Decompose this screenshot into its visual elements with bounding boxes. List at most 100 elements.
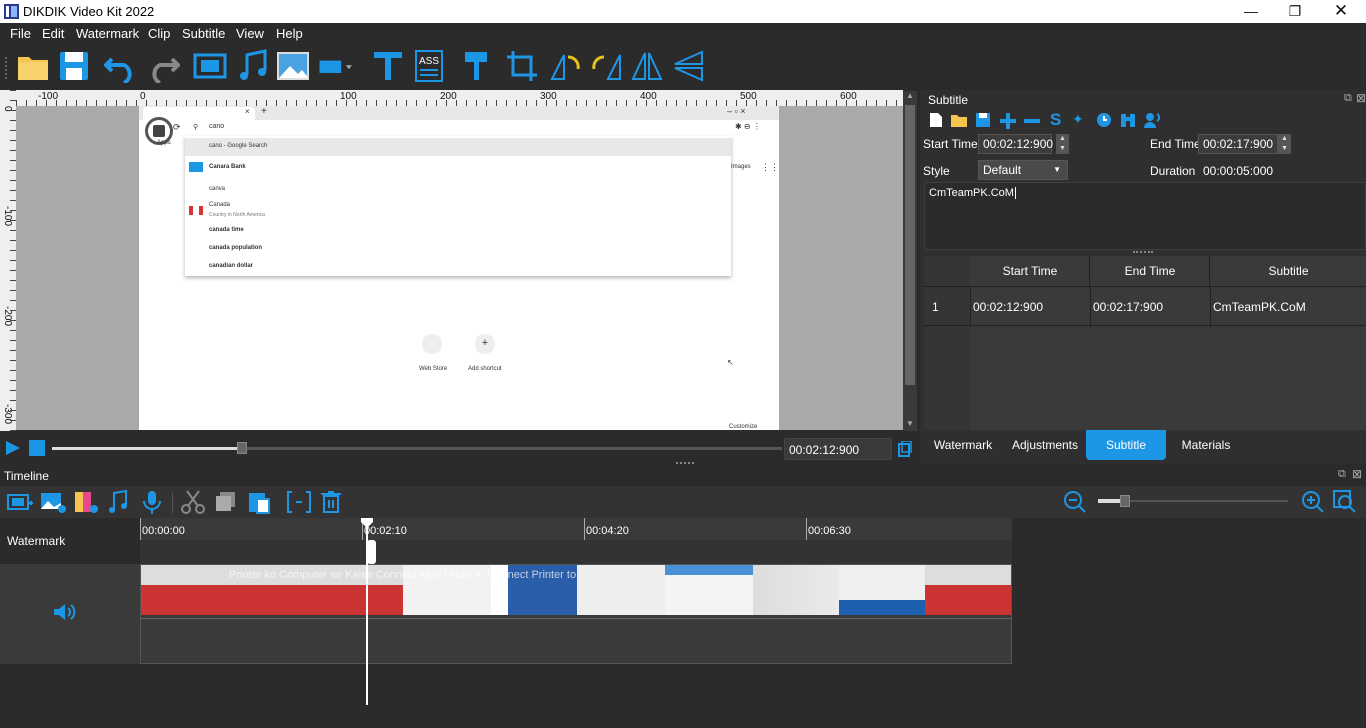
add-shape-icon[interactable] — [318, 49, 352, 83]
splitter-handle[interactable] — [1133, 251, 1153, 254]
timeline-close-icon[interactable]: ⊠ — [1352, 467, 1362, 481]
menu-subtitle[interactable]: Subtitle — [182, 26, 225, 41]
suggestion-subtext: Country in North America — [209, 212, 265, 218]
maximize-button[interactable]: ❐ — [1272, 0, 1318, 23]
table-row[interactable]: 1 00:02:12:900 00:02:17:900 CmTeamPK.CoM — [924, 286, 1366, 327]
timeline-title: Timeline — [4, 469, 49, 483]
paint-format-icon[interactable] — [459, 49, 493, 83]
flip-vertical-icon[interactable] — [672, 49, 706, 83]
add-video-icon[interactable] — [193, 49, 227, 83]
rotate-right-icon[interactable] — [590, 49, 624, 83]
flip-horizontal-icon[interactable] — [630, 49, 664, 83]
add-image-icon[interactable] — [276, 49, 310, 83]
menu-clip[interactable]: Clip — [148, 26, 170, 41]
canada-flag-icon — [189, 206, 203, 215]
speaker-person-icon[interactable] — [1144, 112, 1160, 128]
zoom-handle[interactable] — [1119, 495, 1130, 507]
seek-handle[interactable] — [236, 442, 247, 454]
add-audio-track-icon[interactable] — [106, 489, 132, 515]
volume-icon[interactable] — [52, 602, 76, 622]
header-start-time[interactable]: Start Time — [971, 256, 1090, 286]
snapshot-icon[interactable] — [898, 441, 912, 457]
rotate-left-icon[interactable] — [548, 49, 582, 83]
panel-float-icon[interactable]: ⧉ — [1344, 92, 1352, 105]
paste-icon[interactable] — [246, 489, 272, 515]
end-time-input[interactable]: 00:02:17:900 — [1198, 134, 1278, 154]
effects-icon[interactable]: ✦ — [1072, 111, 1084, 128]
add-image-track-icon[interactable] — [40, 489, 66, 515]
track-divider — [141, 618, 1011, 619]
subtitle-text-editor[interactable]: CmTeamPK.CoM — [924, 182, 1366, 250]
split-icon[interactable] — [286, 489, 312, 515]
save-icon[interactable] — [57, 49, 91, 83]
open-folder-icon[interactable] — [951, 113, 967, 127]
header-subtitle[interactable]: Subtitle — [1211, 256, 1366, 286]
stop-icon[interactable] — [29, 440, 45, 456]
watermark-track-header: Watermark — [0, 518, 140, 564]
add-music-icon[interactable] — [236, 49, 270, 83]
mouse-cursor-icon: ↖ — [727, 358, 734, 367]
subtitle-clip[interactable] — [367, 540, 376, 564]
new-file-icon[interactable] — [929, 112, 943, 128]
video-preview[interactable]: × + – ▫ × ⟳ ⚲ cano ✱ ⊖ ⋮ Apps Images ⋮⋮ … — [16, 106, 903, 430]
add-video-track-icon[interactable] — [7, 489, 33, 515]
style-s-icon[interactable]: S — [1050, 110, 1061, 130]
row-end: 00:02:17:900 — [1093, 300, 1164, 314]
scroll-down-icon[interactable]: ▼ — [906, 419, 914, 428]
menu-watermark[interactable]: Watermark — [76, 26, 139, 41]
customize-link: Customize — [729, 424, 758, 430]
playhead[interactable] — [366, 518, 368, 705]
add-text-icon[interactable] — [371, 49, 405, 83]
watermark-track[interactable] — [140, 540, 1012, 564]
time-ruler[interactable]: 00:00:00 00:02:10 00:04:20 00:06:30 — [140, 518, 1012, 540]
row-subtitle: CmTeamPK.CoM — [1213, 300, 1306, 314]
video-thumbnail — [839, 565, 925, 615]
header-end-time[interactable]: End Time — [1091, 256, 1210, 286]
menu-file[interactable]: File — [10, 26, 31, 41]
start-time-spinner[interactable]: ▲ ▼ — [1056, 134, 1069, 154]
crop-icon[interactable] — [505, 49, 539, 83]
zoom-fit-icon[interactable] — [1333, 490, 1357, 514]
zoom-out-icon[interactable] — [1063, 490, 1087, 514]
add-icon[interactable] — [1000, 113, 1016, 129]
clock-icon[interactable] — [1096, 112, 1112, 128]
close-button[interactable]: ✕ — [1318, 0, 1364, 23]
menu-view[interactable]: View — [236, 26, 264, 41]
open-folder-icon[interactable] — [16, 49, 50, 83]
undo-icon[interactable] — [104, 49, 138, 83]
binoculars-icon[interactable] — [1120, 112, 1136, 128]
menu-edit[interactable]: Edit — [42, 26, 64, 41]
video-clip[interactable]: Printer ko Computer se Kaise Connect kar… — [141, 565, 1011, 615]
menu-help[interactable]: Help — [276, 26, 303, 41]
ass-subtitle-icon[interactable]: ASS — [412, 49, 446, 83]
subtitle-table: Start Time End Time Subtitle 1 00:02:12:… — [924, 256, 1366, 430]
remove-icon[interactable] — [1024, 113, 1040, 129]
end-time-spinner[interactable]: ▲ ▼ — [1278, 134, 1291, 154]
record-microphone-icon[interactable] — [139, 489, 165, 515]
tab-adjustments[interactable]: Adjustments — [1006, 430, 1084, 460]
video-track[interactable]: Printer ko Computer se Kaise Connect kar… — [140, 564, 1012, 664]
style-select[interactable]: Default ▼ — [978, 160, 1068, 180]
delete-icon[interactable] — [318, 489, 344, 515]
start-time-input[interactable]: 00:02:12:900 — [978, 134, 1053, 154]
copy-icon[interactable] — [213, 489, 239, 515]
add-color-track-icon[interactable] — [73, 489, 99, 515]
seek-track[interactable] — [52, 447, 782, 450]
play-icon[interactable] — [4, 440, 22, 456]
scroll-thumb[interactable] — [905, 105, 915, 385]
panel-close-icon[interactable]: ⊠ — [1356, 91, 1366, 105]
browser-tabbar: × + – ▫ × — [139, 106, 779, 120]
playhead-handle-icon[interactable] — [361, 518, 373, 528]
tab-watermark[interactable]: Watermark — [926, 430, 1000, 460]
preview-scrollbar[interactable]: ▲ ▼ — [903, 91, 917, 431]
redo-icon[interactable] — [146, 49, 180, 83]
tab-materials[interactable]: Materials — [1170, 430, 1242, 460]
minimize-button[interactable]: — — [1228, 0, 1274, 23]
cut-icon[interactable] — [180, 489, 206, 515]
tab-subtitle[interactable]: Subtitle — [1086, 430, 1166, 460]
timeline-float-icon[interactable]: ⧉ — [1338, 468, 1346, 481]
scroll-up-icon[interactable]: ▲ — [906, 91, 914, 100]
zoom-in-icon[interactable] — [1301, 490, 1325, 514]
horizontal-splitter[interactable] — [676, 462, 694, 465]
save-icon[interactable] — [976, 112, 990, 128]
